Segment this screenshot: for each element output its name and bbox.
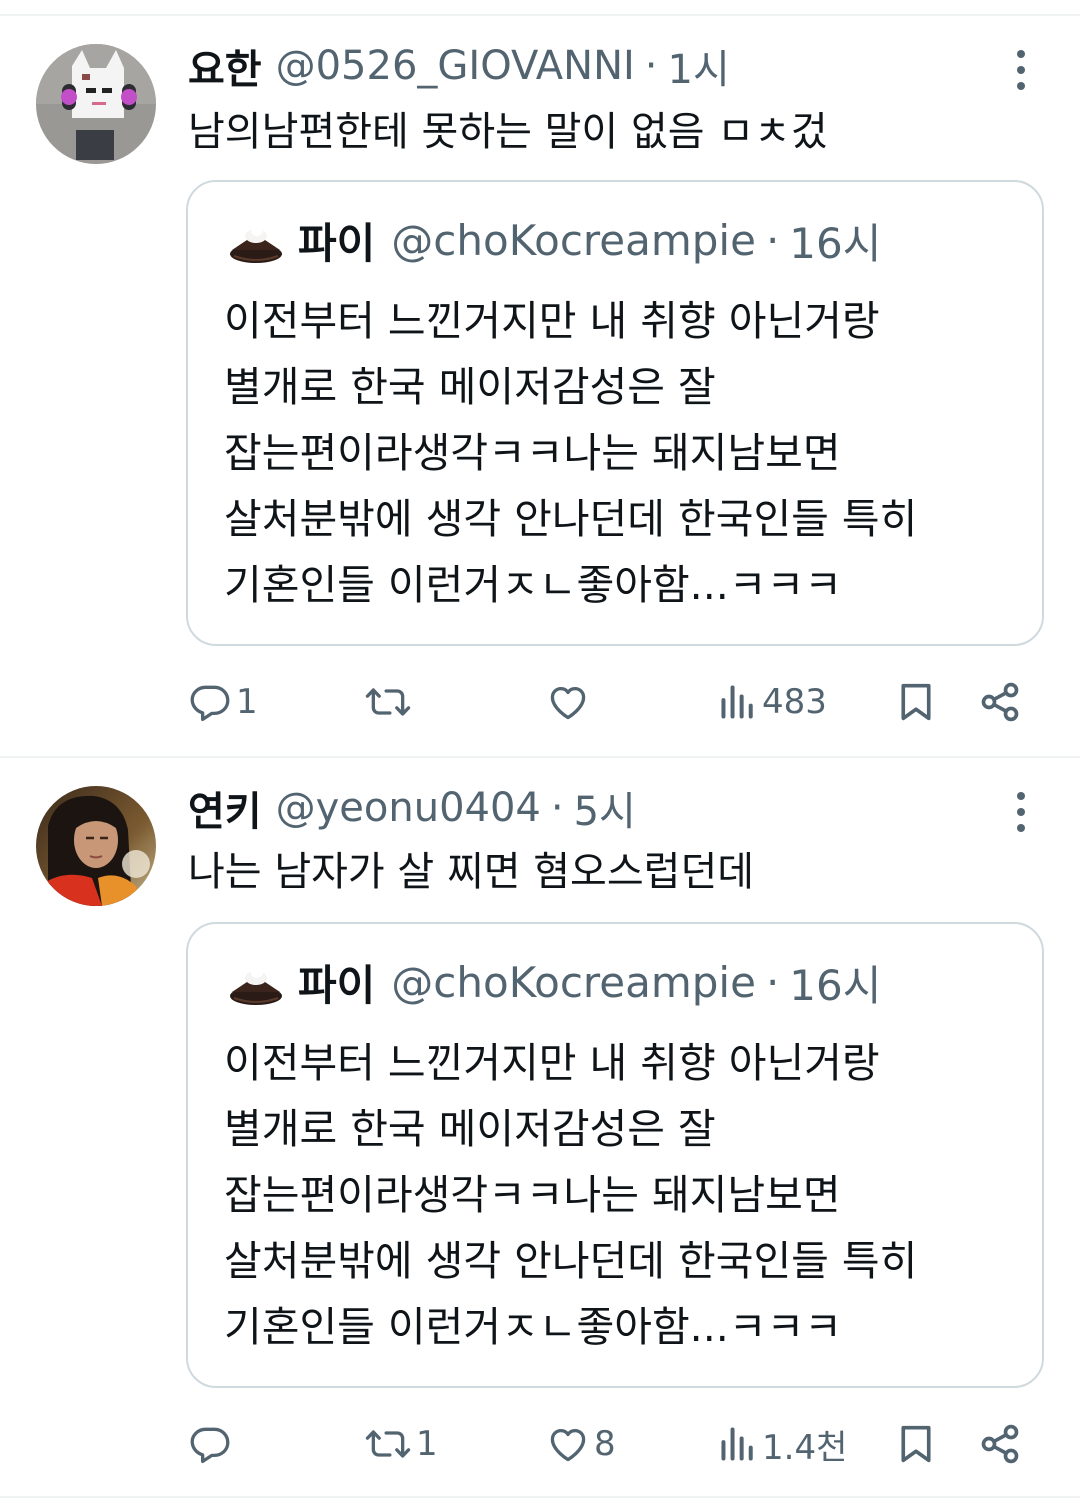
bookmark-button[interactable] [896,1414,936,1474]
like-count: 8 [594,1424,616,1464]
retweet-button[interactable]: 1 [364,1414,438,1474]
views-button[interactable]: 483 [718,672,827,732]
quote-timestamp: 16시 [789,960,882,1010]
avatar[interactable] [36,786,156,906]
tweet[interactable]: 연키 @yeonu0404 · 5시 나는 남자가 살 찌면 혐오스럽던데 파이… [0,758,1080,1498]
timestamp[interactable]: 5시 [574,779,636,837]
quoted-tweet[interactable]: 파이 @choKocreampie · 16시 이전부터 느낀거지만 내 취향 … [186,180,1044,646]
display-name[interactable]: 연키 [188,779,262,837]
quote-timestamp: 16시 [789,218,882,268]
reply-count: 1 [236,682,258,722]
retweet-icon [365,1430,411,1458]
bookmark-icon [901,1425,931,1463]
bookmark-icon [901,683,931,721]
like-icon [550,1428,586,1462]
quote-text-line: 잡는편이라생각ㅋㅋ나는 돼지남보면 [224,429,841,477]
retweet-button[interactable] [364,672,416,732]
share-icon [981,682,1019,722]
quote-text-line: 기혼인들 이런거ㅈㄴ좋아함...ㅋㅋㅋ [224,1303,842,1351]
quote-user-handle: @choKocreampie [391,957,756,1007]
bookmark-button[interactable] [896,672,936,732]
retweet-icon [365,688,411,716]
action-bar: 1 483 [0,672,1080,732]
quote-display-name: 파이 [298,218,376,268]
more-vertical-icon [1017,792,1025,800]
share-button[interactable] [978,672,1022,732]
avatar[interactable] [36,44,156,164]
view-count: 1.4천 [762,1427,848,1468]
action-bar: 1 8 1.4천 [0,1414,1080,1474]
quote-text-line: 잡는편이라생각ㅋㅋ나는 돼지남보면 [224,1171,841,1219]
quote-avatar [226,952,286,1012]
more-options-button[interactable] [1006,790,1036,834]
view-count: 483 [762,682,827,722]
retweet-count: 1 [416,1424,438,1464]
reply-icon [190,1427,230,1464]
reply-icon [190,685,230,722]
quote-text-line: 이전부터 느낀거지만 내 취향 아닌거랑 [224,1039,880,1087]
more-options-button[interactable] [1006,48,1036,92]
quote-text: 이전부터 느낀거지만 내 취향 아닌거랑 별개로 한국 메이저감성은 잘 잡는편… [224,1030,1024,1360]
user-handle[interactable]: @0526_GIOVANNI [276,43,635,89]
quote-text-line: 살처분밖에 생각 안나던데 한국인들 특히 [224,1237,918,1285]
tweet[interactable]: 요한 @0526_GIOVANNI · 1시 남의남편한테 못하는 말이 없음 … [0,16,1080,757]
reply-button[interactable] [188,1414,236,1474]
user-handle[interactable]: @yeonu0404 [276,785,541,831]
display-name[interactable]: 요한 [188,37,262,95]
quote-display-name: 파이 [298,960,376,1010]
views-button[interactable]: 1.4천 [718,1414,847,1474]
quote-text: 이전부터 느낀거지만 내 취향 아닌거랑 별개로 한국 메이저감성은 잘 잡는편… [224,288,1024,618]
quoted-tweet[interactable]: 파이 @choKocreampie · 16시 이전부터 느낀거지만 내 취향 … [186,922,1044,1388]
tweet-divider [0,1496,1080,1498]
share-button[interactable] [978,1414,1022,1474]
separator-dot: · [550,785,564,831]
timestamp[interactable]: 1시 [668,37,730,95]
like-button[interactable] [546,672,594,732]
like-button[interactable]: 8 [546,1414,616,1474]
separator-dot: · [765,957,780,1007]
separator-dot: · [765,215,780,265]
separator-dot: · [644,43,658,89]
reply-button[interactable]: 1 [188,672,258,732]
views-icon [721,1427,753,1461]
quote-text-line: 별개로 한국 메이저감성은 잘 [224,1105,716,1153]
share-icon [981,1424,1019,1464]
quote-header: 파이 @choKocreampie · 16시 [298,952,881,1012]
quote-text-line: 기혼인들 이런거ㅈㄴ좋아함...ㅋㅋㅋ [224,561,842,609]
quote-avatar [226,210,286,270]
quote-text-line: 이전부터 느낀거지만 내 취향 아닌거랑 [224,297,880,345]
quote-user-handle: @choKocreampie [391,215,756,265]
tweet-text: 나는 남자가 살 찌면 혐오스럽던데 [188,849,755,895]
quote-text-line: 살처분밖에 생각 안나던데 한국인들 특히 [224,495,918,543]
quote-text-line: 별개로 한국 메이저감성은 잘 [224,363,716,411]
quote-header: 파이 @choKocreampie · 16시 [298,210,881,270]
tweet-header: 연키 @yeonu0404 · 5시 [188,778,636,838]
views-icon [721,685,753,719]
more-vertical-icon [1017,50,1025,58]
tweet-text: 남의남편한테 못하는 말이 없음 ㅁㅊ겄 [188,109,828,155]
like-icon [550,686,586,720]
tweet-header: 요한 @0526_GIOVANNI · 1시 [188,36,730,96]
